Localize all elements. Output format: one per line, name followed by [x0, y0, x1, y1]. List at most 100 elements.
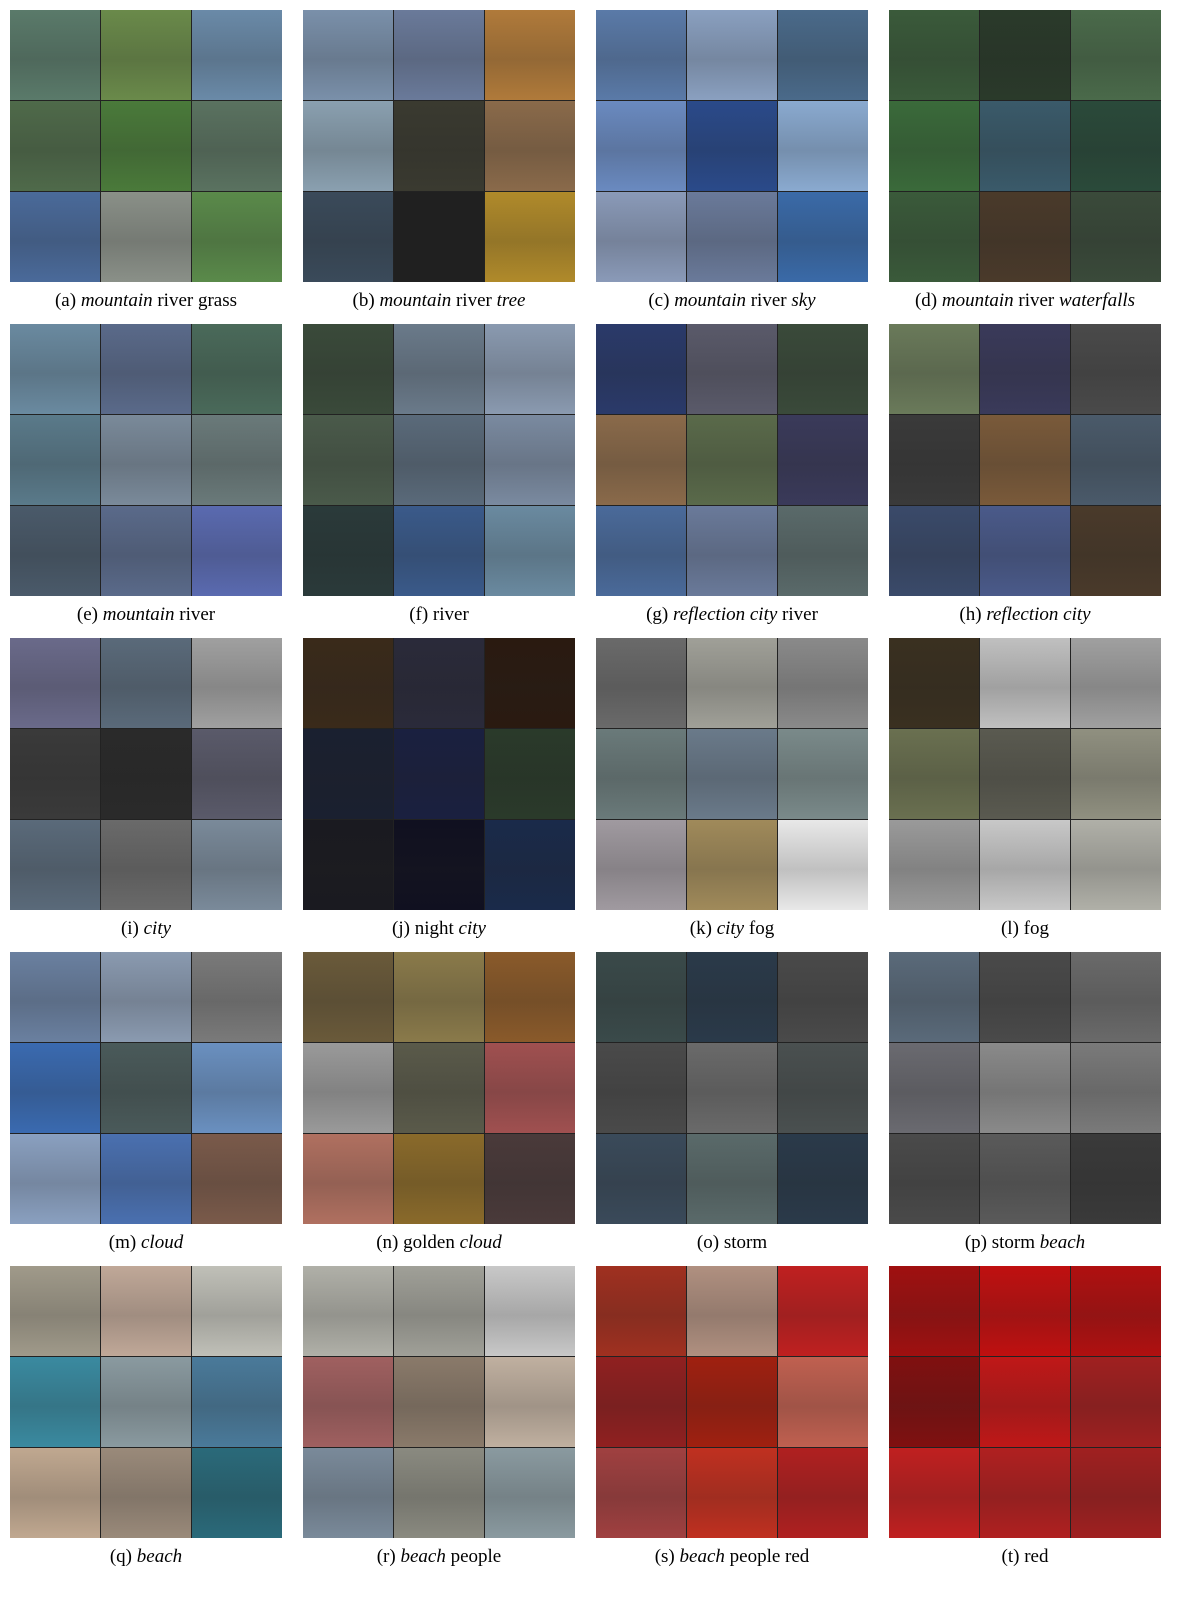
photo-tile: [303, 1357, 393, 1447]
caption-label: (h): [959, 604, 982, 625]
caption-term: storm: [723, 1232, 768, 1253]
image-mosaic: [889, 952, 1161, 1224]
panel-caption: (b) mountain river tree: [303, 290, 575, 312]
photo-tile: [394, 1266, 484, 1356]
image-mosaic: [303, 1266, 575, 1538]
photo-tile: [889, 1266, 979, 1356]
image-mosaic: [596, 1266, 868, 1538]
caption-term: mountain: [80, 290, 153, 311]
photo-tile: [778, 192, 868, 282]
photo-tile: [596, 638, 686, 728]
photo-tile: [596, 192, 686, 282]
caption-term: river: [432, 604, 469, 625]
photo-tile: [687, 1043, 777, 1133]
photo-tile: [778, 101, 868, 191]
photo-tile: [687, 1357, 777, 1447]
photo-tile: [778, 415, 868, 505]
caption-term: river: [782, 604, 818, 625]
photo-tile: [303, 1266, 393, 1356]
photo-tile: [778, 1043, 868, 1133]
photo-tile: [980, 324, 1070, 414]
photo-tile: [10, 1357, 100, 1447]
photo-tile: [980, 192, 1070, 282]
photo-tile: [303, 1448, 393, 1538]
photo-tile: [1071, 506, 1161, 596]
photo-tile: [889, 415, 979, 505]
caption-term: beach: [400, 1546, 446, 1567]
image-mosaic: [889, 324, 1161, 596]
photo-tile: [889, 1357, 979, 1447]
photo-tile: [192, 820, 282, 910]
photo-tile: [303, 10, 393, 100]
caption-term: storm: [991, 1232, 1036, 1253]
caption-term: mountain: [379, 290, 452, 311]
photo-tile: [10, 1266, 100, 1356]
panel-k: (k) city fog: [596, 638, 868, 940]
photo-tile: [192, 1448, 282, 1538]
photo-tile: [192, 729, 282, 819]
caption-term: people: [450, 1546, 502, 1567]
image-mosaic: [303, 952, 575, 1224]
image-mosaic: [889, 10, 1161, 282]
panel-a: (a) mountain river grass: [10, 10, 282, 312]
photo-tile: [394, 952, 484, 1042]
photo-tile: [10, 506, 100, 596]
caption-term: cloud: [140, 1232, 184, 1253]
caption-label: (f): [409, 604, 429, 625]
photo-tile: [778, 729, 868, 819]
panel-caption: (e) mountain river: [10, 604, 282, 626]
photo-tile: [485, 324, 575, 414]
caption-label: (j): [392, 918, 410, 939]
photo-tile: [10, 1043, 100, 1133]
caption-term: people red: [729, 1546, 810, 1567]
caption-term: mountain: [102, 604, 175, 625]
photo-tile: [485, 101, 575, 191]
caption-term: fog: [1023, 918, 1049, 939]
photo-tile: [485, 1134, 575, 1224]
photo-tile: [101, 506, 191, 596]
photo-tile: [394, 415, 484, 505]
caption-label: (e): [76, 604, 98, 625]
panel-caption: (h) reflection city: [889, 604, 1161, 626]
photo-tile: [596, 1134, 686, 1224]
photo-tile: [10, 820, 100, 910]
photo-tile: [101, 1357, 191, 1447]
caption-term: reflection city: [986, 604, 1091, 625]
image-mosaic: [10, 1266, 282, 1538]
photo-tile: [596, 1043, 686, 1133]
panel-j: (j) night city: [303, 638, 575, 940]
panel-t: (t) red: [889, 1266, 1161, 1568]
panel-caption: (c) mountain river sky: [596, 290, 868, 312]
photo-tile: [687, 506, 777, 596]
caption-label: (c): [648, 290, 670, 311]
photo-tile: [778, 1266, 868, 1356]
photo-tile: [10, 101, 100, 191]
photo-tile: [596, 506, 686, 596]
photo-tile: [1071, 820, 1161, 910]
panel-d: (d) mountain river waterfalls: [889, 10, 1161, 312]
photo-tile: [485, 192, 575, 282]
photo-tile: [687, 192, 777, 282]
photo-tile: [303, 1134, 393, 1224]
caption-label: (r): [376, 1546, 396, 1567]
image-mosaic: [889, 1266, 1161, 1538]
caption-label: (b): [352, 290, 375, 311]
photo-tile: [687, 415, 777, 505]
photo-tile: [394, 1043, 484, 1133]
photo-tile: [485, 638, 575, 728]
photo-tile: [303, 192, 393, 282]
photo-tile: [1071, 192, 1161, 282]
photo-tile: [596, 415, 686, 505]
photo-tile: [303, 415, 393, 505]
photo-tile: [778, 324, 868, 414]
photo-tile: [980, 1134, 1070, 1224]
caption-label: (k): [689, 918, 712, 939]
photo-tile: [192, 506, 282, 596]
photo-tile: [889, 729, 979, 819]
photo-tile: [101, 820, 191, 910]
photo-tile: [687, 729, 777, 819]
photo-tile: [101, 415, 191, 505]
panel-caption: (o) storm: [596, 1232, 868, 1254]
photo-tile: [10, 415, 100, 505]
panel-q: (q) beach: [10, 1266, 282, 1568]
